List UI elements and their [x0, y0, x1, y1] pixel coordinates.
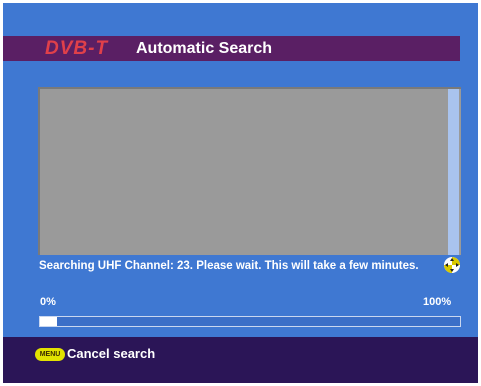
progress-start-label: 0%: [40, 296, 56, 308]
dvbt-logo: DVB-T: [45, 38, 109, 59]
cancel-search-label: Cancel search: [67, 346, 156, 361]
channel-list-panel: [38, 87, 461, 255]
scrollbar[interactable]: [448, 89, 459, 255]
progress-end-label: 100%: [423, 296, 452, 308]
progress-bar: [39, 316, 461, 327]
menu-button[interactable]: MENU: [35, 348, 65, 361]
four-way-arrows-icon: [444, 257, 460, 273]
tv-screen: DVB-T Automatic Search Searching UHF Cha…: [3, 3, 478, 383]
page-title: Automatic Search: [136, 40, 273, 57]
search-status-text: Searching UHF Channel: 23. Please wait. …: [39, 260, 419, 272]
progress-fill: [40, 317, 57, 326]
